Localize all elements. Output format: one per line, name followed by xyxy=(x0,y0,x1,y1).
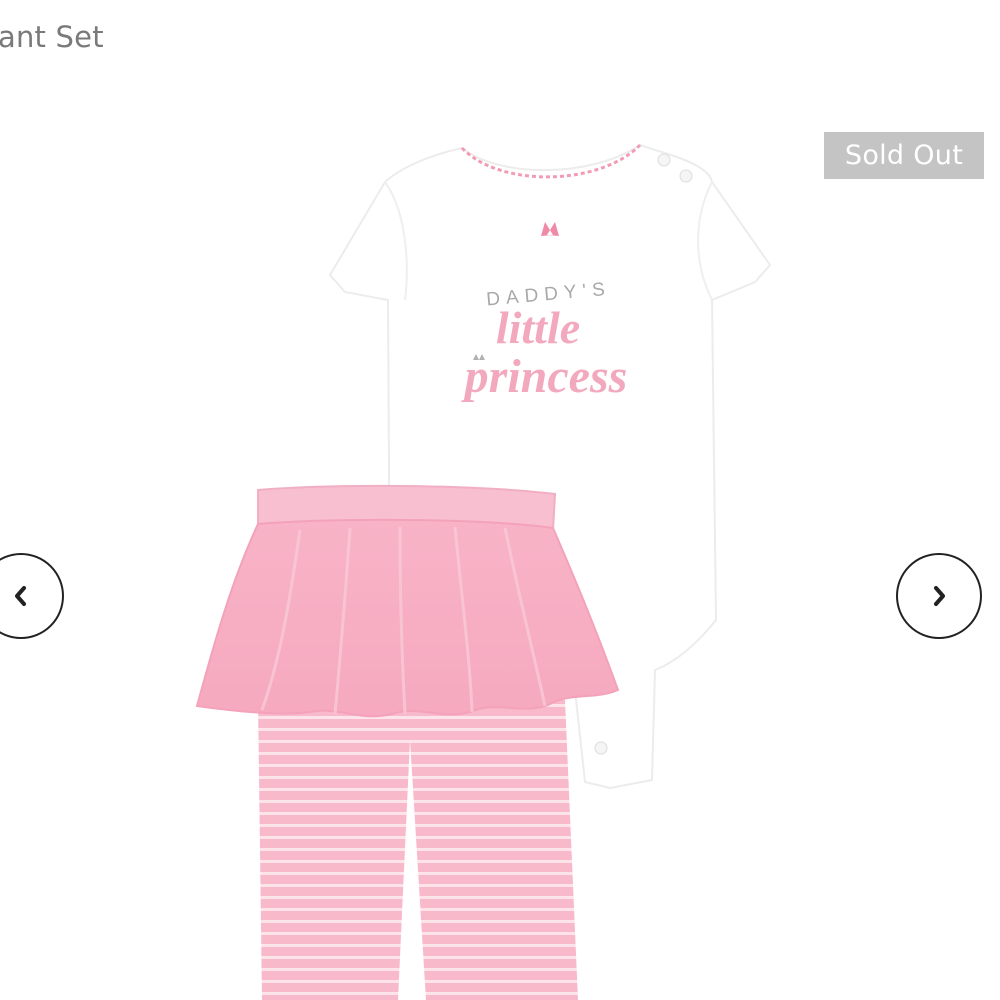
product-gallery: DADDY'S little princess xyxy=(0,100,1000,1000)
gallery-next-button[interactable] xyxy=(896,553,982,639)
print-line-2: little xyxy=(496,302,580,353)
leggings xyxy=(258,700,578,1000)
print-line-3: princess xyxy=(461,350,628,403)
product-title: ant Set xyxy=(0,20,104,54)
chevron-right-icon xyxy=(934,586,945,606)
chevron-left-icon xyxy=(15,586,26,606)
sold-out-badge: Sold Out xyxy=(824,132,984,179)
product-image: DADDY'S little princess xyxy=(195,143,772,1000)
product-page: ant Set DADDY'S little princess Sold Out xyxy=(0,0,1000,1000)
